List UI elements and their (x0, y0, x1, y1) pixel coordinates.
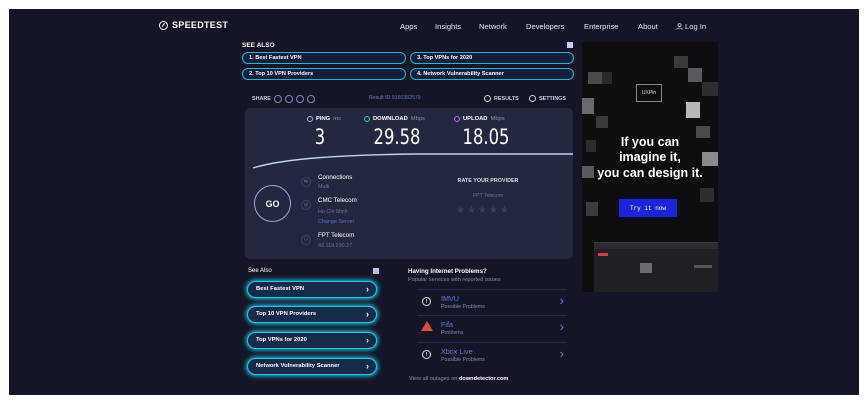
service-name: Fifa (441, 320, 453, 329)
outage-site: downdetector.com (458, 376, 509, 382)
outage-link[interactable]: View all outages on downdetector.com (409, 376, 508, 382)
see-also-heading: SEE ALSO (242, 42, 275, 49)
nav-apps[interactable]: Apps (400, 22, 417, 31)
see-also-vulnerability-scanner[interactable]: Network Vulnerability Scanner › (247, 358, 377, 375)
see-also-link-3[interactable]: 3. Top VPNs for 2020 (410, 52, 574, 64)
globe-icon: ◎ (301, 200, 311, 210)
user-icon (676, 23, 683, 30)
service-name: IMVU (441, 294, 459, 303)
upload-label: UPLOAD Mbps (454, 116, 505, 122)
link-label: Top VPNs for 2020 (256, 337, 307, 343)
ad-line-3: you can design it. (597, 166, 703, 180)
ad-choice-icon[interactable] (373, 268, 379, 274)
see-also-link-2[interactable]: 2. Top 10 VPN Providers (242, 68, 406, 80)
upload-icon (454, 116, 460, 122)
results-icon (484, 95, 491, 102)
chevron-right-icon: › (366, 335, 369, 345)
rate-provider-name: FPT Telecom (472, 193, 504, 199)
ad-product-screenshot (594, 242, 718, 292)
chevron-right-icon: › (366, 309, 369, 319)
info-icon: ! (422, 297, 431, 306)
ping-icon (307, 116, 313, 122)
warning-icon (421, 321, 433, 331)
change-server-link[interactable]: Change Server (318, 219, 354, 225)
connections-icon: ⇆ (301, 177, 311, 187)
nav-about[interactable]: About (638, 22, 658, 31)
rate-provider-title: RATE YOUR PROVIDER (457, 178, 519, 184)
login-link[interactable]: Log In (676, 22, 706, 31)
ad-line-2: imagine it, (619, 150, 681, 164)
see-also-bottom-heading: See Also (248, 268, 272, 274)
download-value: 29.58 (373, 125, 421, 149)
settings-label: SETTINGS (539, 95, 566, 102)
outage-prefix: View all outages on (409, 376, 458, 382)
chevron-right-icon: › (559, 319, 564, 334)
info-icon: ! (422, 350, 431, 359)
link-label: Top 10 VPN Providers (256, 311, 317, 317)
nav-network[interactable]: Network (479, 22, 507, 31)
settings-icon (529, 95, 536, 102)
service-status: Possible Problems (441, 304, 485, 310)
service-status: Possible Problems (441, 357, 485, 363)
rating-stars[interactable]: ★★★★★ (456, 205, 511, 216)
link-label: Network Vulnerability Scanner (256, 363, 340, 369)
service-row-xbox-live[interactable]: ! Xbox Live Possible Problems › (417, 342, 567, 369)
ad-choice-icon[interactable] (567, 42, 573, 48)
uxpin-ad[interactable]: UXPin If you can imagine it, you can des… (582, 42, 718, 292)
nav-enterprise[interactable]: Enterprise (584, 22, 619, 31)
connections-mode[interactable]: Multi (318, 184, 329, 190)
server-location: Ho Chi Minh (318, 209, 348, 215)
nav-insights[interactable]: Insights (435, 22, 461, 31)
more-share-icon[interactable] (306, 95, 315, 103)
link-label: Best Fastest VPN (256, 286, 305, 292)
service-name: Xbox Live (441, 347, 473, 356)
result-id-label: Result ID (369, 95, 391, 101)
server-name: CMC Telecom (318, 197, 357, 204)
see-also-top-10-vpn[interactable]: Top 10 VPN Providers › (247, 306, 377, 323)
results-button[interactable]: RESULTS (484, 95, 519, 102)
download-label: DOWNLOAD Mbps (364, 116, 425, 122)
ping-label: PING ms (307, 116, 341, 122)
facebook-icon[interactable] (295, 95, 304, 103)
problems-title: Having Internet Problems? (408, 268, 487, 275)
see-also-top-vpns-2020[interactable]: Top VPNs for 2020 › (247, 332, 377, 349)
nav-developers[interactable]: Developers (526, 22, 564, 31)
chevron-right-icon: › (559, 293, 564, 308)
see-also-link-1[interactable]: 1. Best Fastest VPN (242, 52, 406, 64)
settings-button[interactable]: SETTINGS (529, 95, 566, 102)
upload-value: 18.05 (462, 125, 510, 149)
isp-ip: 42.119.230.27 (318, 243, 353, 249)
chevron-right-icon: › (366, 284, 369, 294)
problems-subtitle: Popular services with reported issues (408, 277, 501, 283)
chevron-right-icon: › (559, 346, 564, 361)
share-bar: SHARE (252, 95, 315, 103)
login-label: Log In (685, 22, 707, 31)
ping-value: 3 (314, 125, 326, 149)
service-status: Problems (441, 330, 464, 336)
twitter-icon[interactable] (284, 95, 293, 103)
person-icon: ⚇ (301, 235, 311, 245)
uxpin-logo: UXPin (636, 84, 662, 102)
logo-text: SPEEDTEST (172, 20, 229, 30)
link-share-icon[interactable] (273, 95, 282, 103)
download-icon (364, 116, 370, 122)
result-id: Result ID 9160382579 (369, 95, 421, 101)
connections-title: Connections (318, 174, 353, 181)
share-label: SHARE (252, 96, 271, 102)
results-label: RESULTS (494, 95, 519, 102)
see-also-link-4[interactable]: 4. Network Vulnerability Scanner (410, 68, 574, 80)
try-it-now-button[interactable]: Try it now (619, 199, 677, 217)
service-row-imvu[interactable]: ! IMVU Possible Problems › (417, 289, 567, 316)
isp-name: FPT Telecom (318, 232, 355, 239)
speedtest-window: SPEEDTEST Apps Insights Network Develope… (9, 9, 859, 395)
see-also-best-fastest-vpn[interactable]: Best Fastest VPN › (247, 281, 377, 298)
ad-line-1: If you can (620, 135, 680, 149)
service-row-fifa[interactable]: Fifa Problems › (417, 315, 567, 342)
chevron-right-icon: › (366, 361, 369, 371)
result-id-value[interactable]: 9160382579 (392, 95, 421, 101)
speedtest-logo[interactable]: SPEEDTEST (159, 20, 228, 30)
gauge-icon (159, 20, 168, 30)
go-button[interactable]: GO (254, 185, 291, 222)
